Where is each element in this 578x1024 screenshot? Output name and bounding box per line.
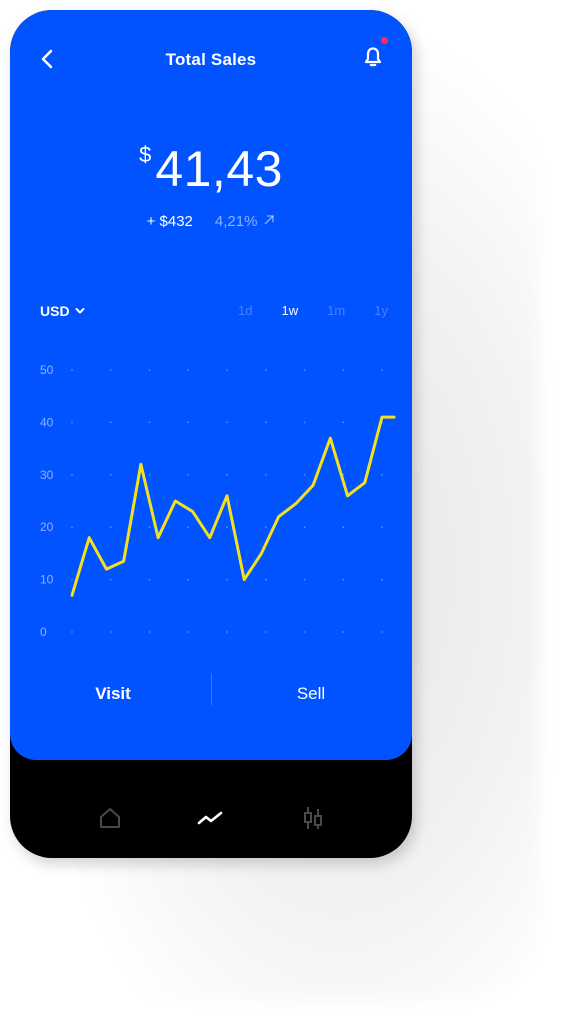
y-tick-label: 50 (40, 363, 54, 377)
grid-dot (381, 578, 383, 581)
change-percent: 4,21% (214, 213, 258, 230)
notifications-button[interactable] (358, 42, 388, 72)
grid-dot (226, 421, 228, 424)
grid-dot (109, 369, 112, 371)
amount-value: 41,43 (155, 141, 283, 197)
grid-dot (303, 526, 306, 529)
grid-dot (187, 421, 190, 424)
currency-symbol: $ (139, 142, 152, 167)
grid-dot (342, 578, 345, 581)
sales-line (70, 415, 396, 597)
candlestick-icon (304, 807, 322, 829)
grid-dot (71, 473, 73, 476)
tab-1d[interactable]: 1d (238, 303, 252, 318)
notification-dot (381, 37, 388, 44)
grid-dot (226, 526, 228, 529)
currency-selector[interactable]: USD (40, 303, 85, 319)
y-tick-label: 0 (40, 625, 47, 639)
phone-frame: Total Sales $41,43 + $432 4,21% USD 1d 1… (10, 10, 412, 858)
y-tick-label: 40 (40, 415, 54, 429)
grid-dot (187, 526, 190, 529)
grid-dot (264, 578, 267, 581)
home-icon (100, 808, 120, 828)
grid-dot (109, 578, 112, 581)
markets-tab[interactable] (299, 804, 327, 832)
grid-dot (226, 631, 228, 633)
grid-dot (148, 631, 151, 633)
grid-dot (264, 526, 267, 529)
grid-dot (187, 578, 190, 581)
bell-icon (364, 47, 382, 67)
grid-dot (148, 526, 151, 529)
y-tick-label: 30 (40, 468, 54, 482)
sales-screen: Total Sales $41,43 + $432 4,21% USD 1d 1… (10, 10, 412, 760)
grid-dot (264, 421, 267, 424)
page-title: Total Sales (165, 50, 257, 69)
grid-dot (342, 526, 345, 529)
grid-dot (381, 473, 383, 476)
sell-button[interactable]: Sell (268, 684, 354, 704)
tab-1w[interactable]: 1w (282, 303, 299, 318)
arrow-up-right-icon (264, 215, 275, 225)
action-divider (211, 673, 212, 705)
grid-dot (148, 578, 151, 581)
grid-dot (303, 369, 306, 371)
visit-button[interactable]: Visit (70, 684, 156, 704)
grid-dot (264, 369, 267, 371)
grid-dot (226, 578, 228, 581)
grid-dot (342, 631, 345, 633)
grid-dot (226, 473, 228, 476)
change-row: + $432 4,21% (10, 213, 412, 230)
bottom-tab-bar (10, 770, 412, 858)
grid-dot (109, 421, 112, 424)
grid-dot (71, 578, 73, 581)
grid-dot (226, 369, 228, 371)
total-amount: $41,43 (10, 140, 412, 198)
grid-dot (342, 369, 345, 371)
tab-1m[interactable]: 1m (327, 303, 345, 318)
grid-dot (303, 631, 306, 633)
grid-dot (381, 631, 383, 633)
currency-label: USD (40, 303, 70, 319)
chevron-down-icon (75, 308, 85, 314)
grid-dot (381, 526, 383, 529)
grid-dot (109, 526, 112, 529)
grid-dot (148, 369, 151, 371)
y-tick-label: 10 (40, 573, 54, 587)
grid-dot (187, 473, 190, 476)
y-tick-label: 20 (40, 520, 54, 534)
sales-line-chart: 0 10 20 30 40 50 (40, 363, 396, 639)
home-tab[interactable] (96, 804, 124, 832)
grid-dot (303, 578, 306, 581)
grid-dot (109, 631, 112, 633)
chart-tab[interactable] (196, 804, 224, 832)
grid-dot (71, 421, 73, 424)
grid-dot (264, 631, 267, 633)
grid-dot (303, 473, 306, 476)
grid-dot (264, 473, 267, 476)
grid-dot (187, 631, 190, 633)
grid-dot (187, 369, 190, 371)
grid-dot (148, 421, 151, 424)
grid-dot (381, 369, 383, 371)
grid-dot (71, 631, 73, 633)
change-absolute: + $432 (146, 213, 193, 230)
tab-1y[interactable]: 1y (374, 303, 388, 318)
grid-dot (303, 421, 306, 424)
grid-dot (342, 421, 345, 424)
grid-dot (109, 473, 112, 476)
period-tabs: 1d 1w 1m 1y (238, 303, 388, 318)
grid-dot (71, 369, 73, 371)
grid-dot (148, 473, 151, 476)
chart-trend-icon (197, 811, 223, 825)
grid-dot (71, 526, 73, 529)
